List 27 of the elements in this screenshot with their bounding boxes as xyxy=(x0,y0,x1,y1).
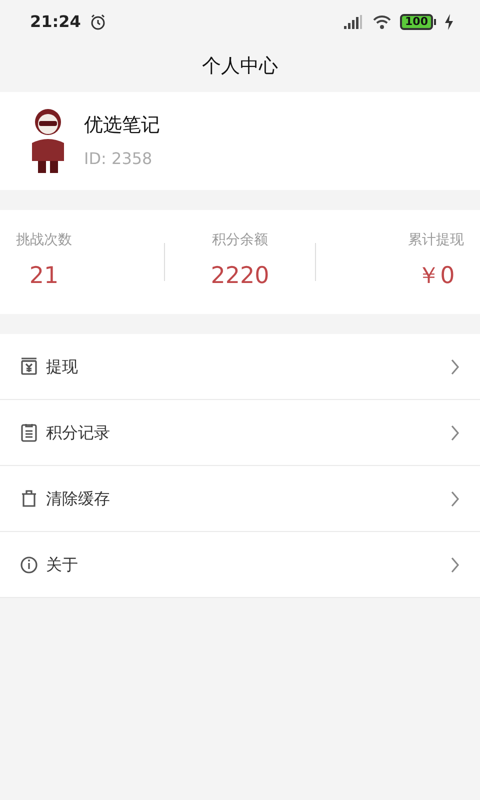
menu-item[interactable]: 清除缓存 xyxy=(0,466,480,532)
stat-label: 挑战次数 xyxy=(16,231,72,250)
stat-value: 2220 xyxy=(210,262,270,292)
wallet-icon xyxy=(20,356,38,376)
chevron-icon xyxy=(450,358,460,374)
info-icon xyxy=(20,554,38,574)
menu-item[interactable]: 提现 xyxy=(0,334,480,400)
menu-item[interactable]: 关于 xyxy=(0,532,480,598)
trash-icon xyxy=(20,488,38,508)
clipboard-icon xyxy=(20,422,38,442)
chevron-icon xyxy=(450,556,460,572)
stat-label: 累计提现 xyxy=(408,231,464,250)
menu-item[interactable]: 积分记录 xyxy=(0,400,480,466)
charging-icon xyxy=(444,14,454,30)
user-id: ID: 2358 xyxy=(84,148,154,170)
stat-value: ￥0 xyxy=(417,262,455,292)
user-name: 优选笔记 xyxy=(84,112,160,138)
chevron-icon xyxy=(450,424,460,440)
alarm-icon xyxy=(88,13,107,31)
stat-label: 积分余额 xyxy=(212,231,268,250)
wifi-icon xyxy=(372,14,392,30)
page-title: 个人中心 xyxy=(202,54,278,79)
stat-value: 21 xyxy=(29,262,59,292)
signal-icon xyxy=(344,15,364,29)
battery-level: 100 xyxy=(400,14,433,30)
chevron-icon xyxy=(450,490,460,506)
clock-time: 21:24 xyxy=(30,11,81,33)
